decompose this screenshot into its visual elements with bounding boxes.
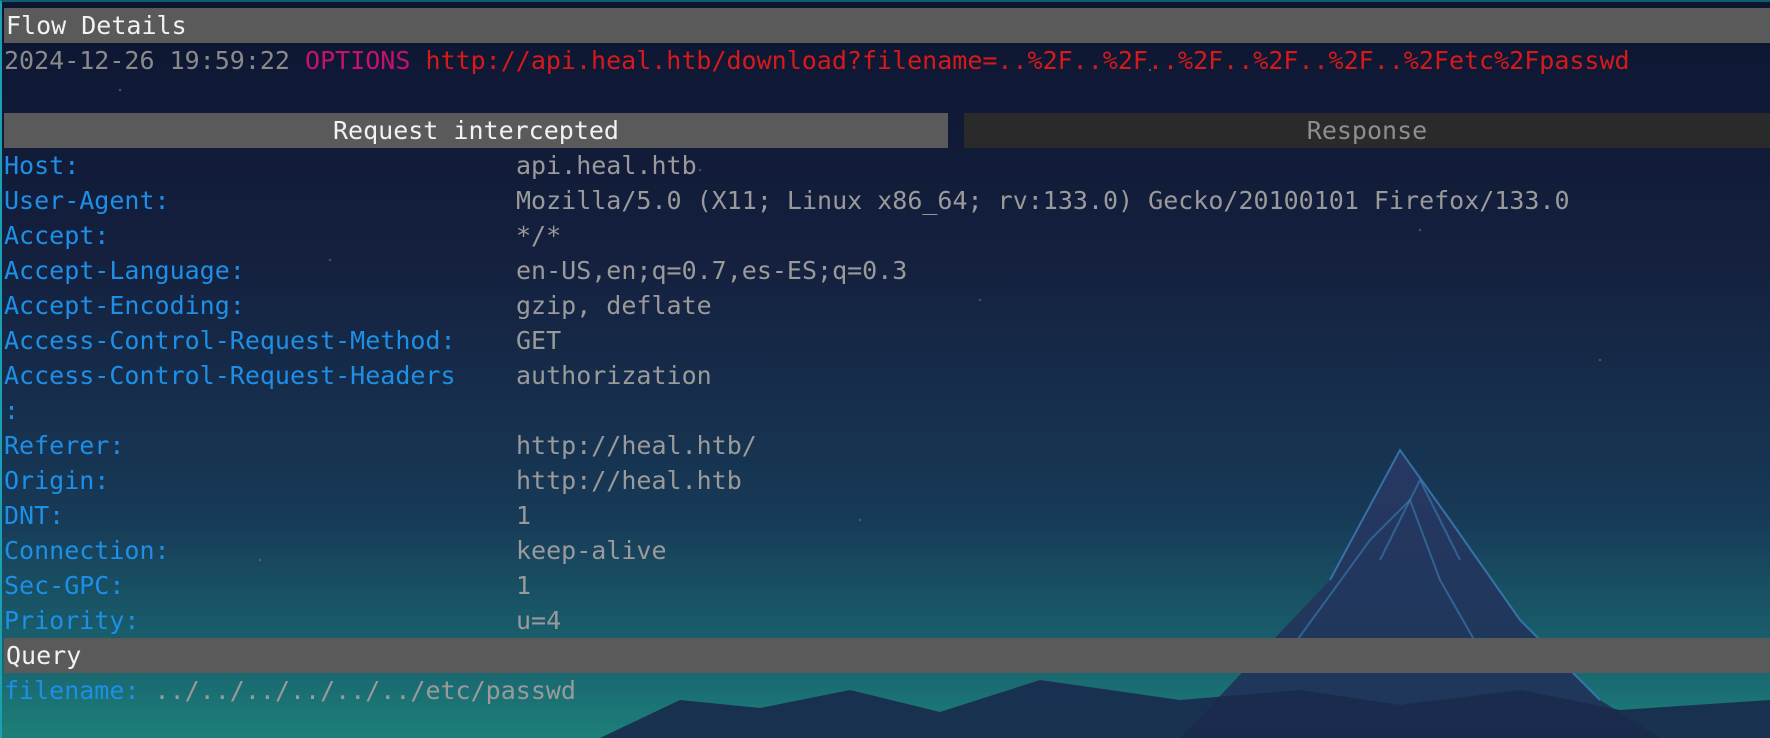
header-value: Mozilla/5.0 (X11; Linux x86_64; rv:133.0… [516, 186, 1570, 215]
tab-response[interactable]: Response [964, 113, 1770, 148]
header-value: api.heal.htb [516, 151, 697, 180]
header-value: en-US,en;q=0.7,es-ES;q=0.3 [516, 256, 908, 285]
header-value: http://heal.htb [516, 466, 742, 495]
header-name: Priority: [4, 606, 140, 635]
flow-method: OPTIONS [305, 46, 411, 75]
header-value: GET [516, 326, 562, 355]
header-value: */* [516, 221, 562, 250]
header-value: http://heal.htb/ [516, 431, 757, 460]
header-value: authorization [516, 361, 712, 390]
header-value: 1 [516, 501, 532, 530]
header-name: Connection: [4, 536, 170, 565]
flow-url: http://api.heal.htb/download?filename=..… [425, 46, 1630, 75]
flow-details-title: Flow Details [4, 8, 1770, 43]
flow-timestamp: 2024-12-26 19:59:22 [4, 46, 290, 75]
header-name: User-Agent: [4, 186, 170, 215]
header-name: Referer: [4, 431, 125, 460]
header-name: Origin: [4, 466, 110, 495]
header-value: gzip, deflate [516, 291, 712, 320]
header-value: keep-alive [516, 536, 667, 565]
header-name: Host: [4, 151, 80, 180]
header-name: Accept: [4, 221, 110, 250]
header-name: DNT: [4, 501, 65, 530]
flow-summary[interactable]: 2024-12-26 19:59:22 OPTIONS http://api.h… [4, 43, 1630, 78]
header-value: 1 [516, 571, 532, 600]
query-section-title: Query [4, 638, 1770, 673]
header-name: Access-Control-Request-Method: [4, 326, 456, 355]
query-row[interactable]: filename: ../../../../../../etc/passwd [4, 673, 576, 708]
header-name-wrap: : [4, 396, 20, 425]
tab-request[interactable]: Request intercepted [4, 113, 948, 148]
header-name: Access-Control-Request-Headers [4, 361, 456, 390]
header-name: Sec-GPC: [4, 571, 125, 600]
query-key: filename: [4, 676, 140, 705]
header-name: Accept-Encoding: [4, 291, 245, 320]
header-value: u=4 [516, 606, 562, 635]
header-name: Accept-Language: [4, 256, 245, 285]
query-value: ../../../../../../etc/passwd [154, 676, 576, 705]
